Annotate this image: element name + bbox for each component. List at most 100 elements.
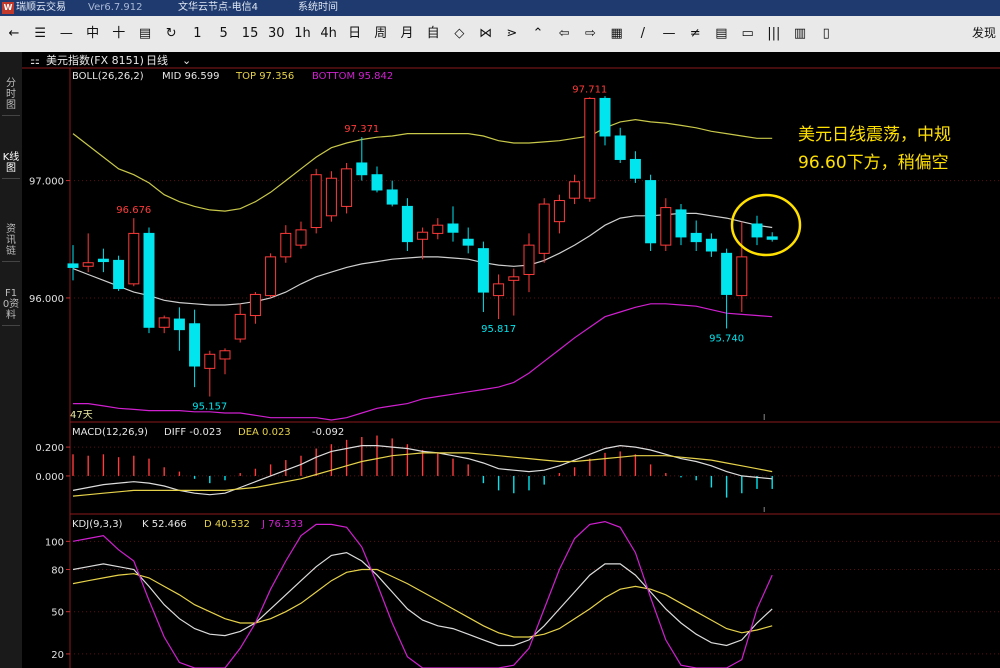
candle-body[interactable] xyxy=(401,205,413,243)
macd-label[interactable]: MACD(12,26,9) xyxy=(72,427,148,438)
candle-body[interactable] xyxy=(341,168,353,207)
candle-body[interactable] xyxy=(569,181,581,199)
candle-body[interactable] xyxy=(432,224,444,234)
toolbar-week-button[interactable]: 周 xyxy=(373,24,389,44)
toolbar-right-button[interactable]: ⇨ xyxy=(582,24,598,44)
toolbar-p15-button[interactable]: 15 xyxy=(242,24,259,44)
toolbar-zoom-in-button[interactable]: ◇ xyxy=(451,24,467,44)
candle-body[interactable] xyxy=(447,223,459,233)
toolbar-minus-button[interactable]: — xyxy=(58,24,74,44)
kdj-k-value: K 52.466 xyxy=(142,519,187,530)
server-node[interactable]: 文华云节点-电信4 xyxy=(178,0,258,16)
symbol-name[interactable]: 美元指数(FX 8151) xyxy=(46,53,144,67)
candle-body[interactable] xyxy=(553,200,565,223)
candle-body[interactable] xyxy=(128,232,140,285)
system-time-menu[interactable]: 系统时间 xyxy=(298,0,338,16)
candle-body[interactable] xyxy=(766,236,778,240)
toolbar-tools-button[interactable]: ▯ xyxy=(818,24,834,44)
toolbar-p30-button[interactable]: 30 xyxy=(268,24,285,44)
candle-body[interactable] xyxy=(736,256,748,297)
toolbar-text-button[interactable]: ▤ xyxy=(713,24,729,44)
candle-body[interactable] xyxy=(113,259,125,290)
candle-body[interactable] xyxy=(82,262,94,267)
toolbar-p5-button[interactable]: 5 xyxy=(216,24,232,44)
candle-body[interactable] xyxy=(645,180,657,244)
candle-body[interactable] xyxy=(690,232,702,243)
toolbar-zoom-out-button[interactable]: ⋈ xyxy=(478,24,494,44)
candle-body[interactable] xyxy=(280,232,292,258)
candle-body[interactable] xyxy=(462,238,474,246)
period-chevron-icon[interactable]: ⌄ xyxy=(182,54,191,67)
symbol-dropdown-icon[interactable]: ⚏ xyxy=(30,54,40,67)
toolbar-candle-button[interactable]: 中 xyxy=(85,24,101,44)
kdj-tick-label: 100 xyxy=(45,537,64,548)
toolbar-month-button[interactable]: 月 xyxy=(399,24,415,44)
toolbar-list-button[interactable]: ☰ xyxy=(32,24,48,44)
toolbar-p1h-button[interactable]: 1h xyxy=(294,24,311,44)
toolbar-cross-button[interactable]: 十 xyxy=(111,24,127,44)
candle-body[interactable] xyxy=(204,353,216,369)
candle-body[interactable] xyxy=(356,162,368,176)
candle-body[interactable] xyxy=(67,263,79,268)
left-tab-3[interactable]: F10资料 xyxy=(2,284,20,326)
candle-body[interactable] xyxy=(249,293,261,317)
candle-body[interactable] xyxy=(538,203,550,254)
toolbar-line-button[interactable]: / xyxy=(635,24,651,44)
period-selector[interactable]: 日线 xyxy=(146,53,168,67)
toolbar-p4h-button[interactable]: 4h xyxy=(320,24,337,44)
toolbar-bars-button[interactable]: ||| xyxy=(766,24,782,44)
candle-body[interactable] xyxy=(417,231,429,240)
toolbar-custom-button[interactable]: 自 xyxy=(425,24,441,44)
candle-body[interactable] xyxy=(523,244,535,275)
candle-body[interactable] xyxy=(189,323,201,367)
discover-button[interactable]: 发现 xyxy=(972,24,996,41)
macd-diff-value: DIFF -0.023 xyxy=(164,427,222,438)
candle-body[interactable] xyxy=(371,174,383,191)
toolbar-refresh-button[interactable]: ↻ xyxy=(163,24,179,44)
toolbar-back-button[interactable]: ← xyxy=(6,24,22,44)
candle-body[interactable] xyxy=(310,174,322,229)
kdj-label[interactable]: KDJ(9,3,3) xyxy=(72,519,123,530)
candle-body[interactable] xyxy=(97,258,109,263)
candle-body[interactable] xyxy=(295,229,307,246)
boll-label[interactable]: BOLL(26,26,2) xyxy=(72,71,144,82)
candle-body[interactable] xyxy=(493,283,505,297)
candle-body[interactable] xyxy=(508,276,520,281)
price-tick-label: 97.000 xyxy=(29,177,64,188)
left-tab-0[interactable]: 分时图 xyxy=(2,74,20,116)
toolbar-fib-button[interactable]: ▭ xyxy=(740,24,756,44)
candle-body[interactable] xyxy=(705,238,717,252)
toolbar-hline-button[interactable]: — xyxy=(661,24,677,44)
chart-area[interactable]: 96.000 97.000 96.676 95.157 97.371 95.817 97.7… xyxy=(22,52,1000,668)
left-tab-2[interactable]: 资讯链 xyxy=(2,220,20,262)
app-version: Ver6.7.912 xyxy=(88,2,143,13)
toolbar-save-button[interactable]: ▤ xyxy=(137,24,153,44)
candle-body[interactable] xyxy=(675,209,687,238)
left-tab-1[interactable]: K线图 xyxy=(2,148,20,179)
candle-body[interactable] xyxy=(386,189,398,205)
candle-body[interactable] xyxy=(173,318,185,331)
candle-body[interactable] xyxy=(265,256,277,297)
candle-body[interactable] xyxy=(660,207,672,246)
candle-body[interactable] xyxy=(477,248,489,293)
candle-body[interactable] xyxy=(325,177,337,217)
toolbar-day-button[interactable]: 日 xyxy=(347,24,363,44)
toolbar-layout-button[interactable]: ▦ xyxy=(609,24,625,44)
candle-body[interactable] xyxy=(219,350,231,360)
toolbar-channel-button[interactable]: ≠ xyxy=(687,24,703,44)
candle-body[interactable] xyxy=(721,252,733,295)
kdj-tick-label: 50 xyxy=(51,608,64,619)
toolbar-expand-button[interactable]: ⌃ xyxy=(530,24,546,44)
toolbar-volume-button[interactable]: ▥ xyxy=(792,24,808,44)
toolbar-left-button[interactable]: ⇦ xyxy=(556,24,572,44)
candle-body[interactable] xyxy=(629,158,641,179)
candle-body[interactable] xyxy=(751,223,763,238)
candle-body[interactable] xyxy=(143,232,155,328)
candle-body[interactable] xyxy=(599,97,611,137)
toolbar-p1-button[interactable]: 1 xyxy=(189,24,205,44)
candle-body[interactable] xyxy=(234,313,246,340)
candle-body[interactable] xyxy=(158,317,170,328)
toolbar-shrink-button[interactable]: ⋗ xyxy=(504,24,520,44)
candle-body[interactable] xyxy=(614,135,626,160)
candle-body[interactable] xyxy=(584,97,596,199)
